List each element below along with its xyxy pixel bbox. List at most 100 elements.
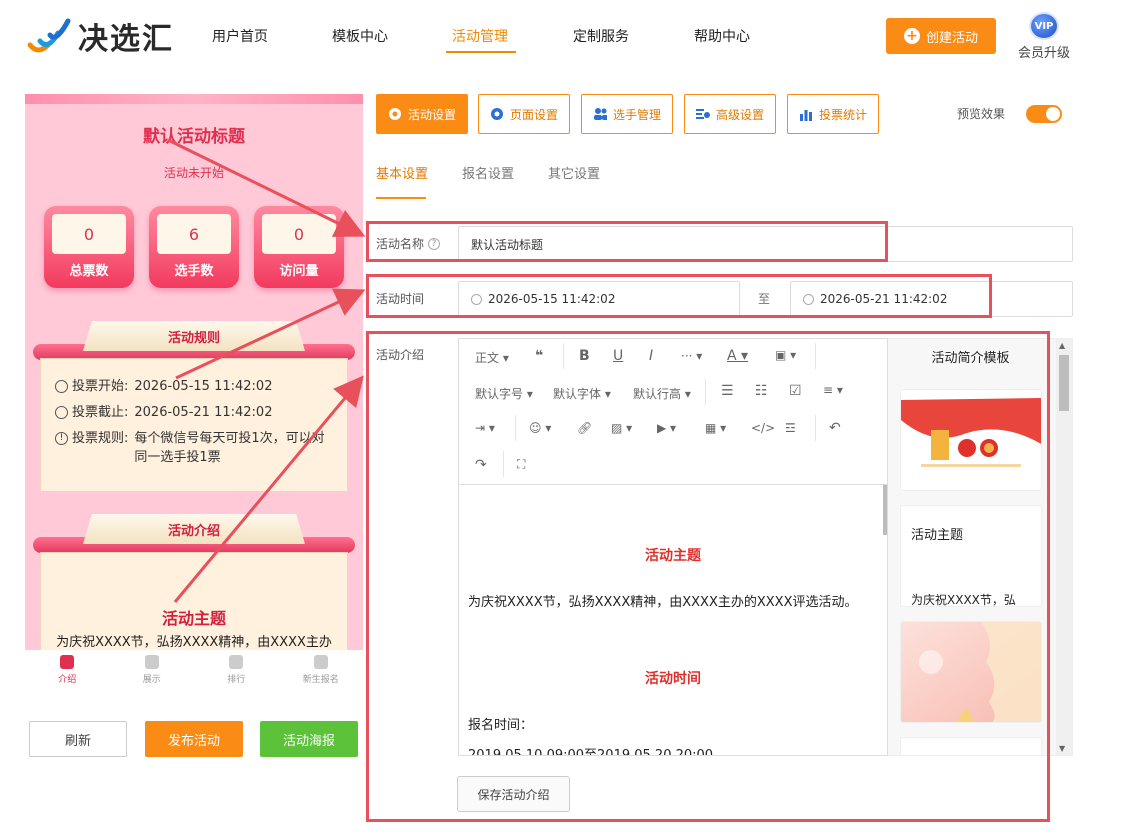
subtab-signup[interactable]: 报名设置 — [462, 163, 514, 182]
preview-toggle-label: 预览效果 — [957, 107, 1006, 121]
template-card[interactable] — [900, 389, 1042, 491]
stat-card-visits: 0 访问量 — [254, 206, 344, 288]
preview-tab-intro[interactable]: 介绍 — [25, 650, 110, 695]
end-time-input[interactable]: 2026-05-21 11:42:02 — [790, 281, 1073, 317]
create-activity-button[interactable]: + 创建活动 — [886, 18, 996, 54]
checklist-icon[interactable]: ☑ — [789, 383, 802, 399]
table-icon[interactable]: ▦ ▾ — [705, 421, 726, 435]
rule-label: 投票开始: — [72, 379, 129, 394]
align-icon[interactable]: ≡ ▾ — [823, 383, 843, 397]
stat-label: 访问量 — [279, 264, 319, 279]
bullet-list-icon[interactable]: ☰ — [721, 383, 734, 399]
display-icon — [144, 655, 159, 669]
preview-toggle[interactable] — [1026, 105, 1062, 123]
preview-tab-signup[interactable]: 新生报名 — [279, 650, 364, 695]
template-panel: 活动简介模板 活动主题 为庆祝XXXX节，弘 ▲ ▼ — [888, 338, 1073, 756]
numbered-list-icon[interactable]: ☷ — [755, 383, 768, 399]
template-scrollbar[interactable]: ▲ ▼ — [1056, 339, 1072, 755]
font-size-select[interactable]: 默认字号 ▾ — [475, 385, 533, 402]
more-icon[interactable]: ··· ▾ — [681, 349, 702, 363]
line-height-select[interactable]: 默认行高 ▾ — [633, 385, 691, 402]
poster-button[interactable]: 活动海报 — [260, 721, 358, 757]
brand-logo[interactable]: 决选汇 — [26, 14, 174, 58]
toolbar-divider — [563, 343, 564, 369]
indent-icon[interactable]: ⇥ ▾ — [475, 421, 495, 435]
brand-name: 决选汇 — [78, 22, 174, 57]
editor-toolbar: 正文 ▾ ❝ B U I ··· ▾ A ▾ ▣ ▾ 默认字号 ▾ 默认字体 ▾… — [459, 339, 887, 485]
clock-icon — [55, 380, 68, 393]
info-icon: ! — [55, 432, 68, 445]
tab-page-settings[interactable]: 页面设置 — [478, 94, 570, 134]
template-card[interactable] — [900, 737, 1042, 755]
template-card[interactable]: 活动主题 为庆祝XXXX节，弘 — [900, 505, 1042, 607]
template-scroll-thumb[interactable] — [1059, 355, 1069, 411]
toolbar-divider — [815, 343, 816, 369]
link-icon[interactable]: 🔗︎ — [577, 421, 592, 435]
name-label-text: 活动名称 — [376, 237, 425, 251]
clock-icon — [471, 293, 482, 305]
preview-tab-ranking[interactable]: 排行 — [194, 650, 279, 695]
name-label: 活动名称 ? — [376, 235, 441, 252]
help-icon[interactable]: ? — [428, 237, 441, 250]
redo-icon[interactable]: ↷ — [475, 457, 487, 473]
tab-vote-stats[interactable]: 投票统计 — [787, 94, 879, 134]
tab-label: 页面设置 — [509, 107, 558, 122]
nav-custom-service[interactable]: 定制服务 — [573, 26, 629, 46]
plus-icon: + — [903, 28, 920, 44]
refresh-button[interactable]: 刷新 — [29, 721, 127, 757]
preview-tabbar: 介绍 展示 排行 新生报名 — [25, 650, 363, 695]
font-color-icon[interactable]: A ▾ — [727, 348, 748, 364]
nav-template-center[interactable]: 模板中心 — [332, 26, 388, 46]
bold-icon[interactable]: B — [579, 348, 590, 364]
line-height-label: 默认行高 — [633, 387, 682, 401]
template-card[interactable] — [900, 621, 1042, 723]
vip-badge-icon: VIP — [1029, 12, 1059, 40]
font-family-select[interactable]: 默认字体 ▾ — [553, 385, 611, 402]
template-thumbnail-image — [901, 622, 1041, 722]
subtab-basic[interactable]: 基本设置 — [376, 163, 428, 182]
editor-content[interactable]: 活动主题 为庆祝XXXX节，弘扬XXXX精神，由XXXX主办的XXXX评选活动。… — [459, 485, 887, 755]
preview-tab-display[interactable]: 展示 — [110, 650, 195, 695]
nav-activity-manage[interactable]: 活动管理 — [452, 26, 508, 46]
save-intro-button[interactable]: 保存活动介绍 — [457, 776, 570, 812]
template-panel-title: 活动简介模板 — [931, 351, 1010, 366]
rule-label: 投票截止: — [72, 405, 129, 420]
undo-icon[interactable]: ↶ — [829, 420, 841, 436]
intro-heading: 活动主题 — [161, 609, 226, 628]
editor-scrollbar[interactable] — [883, 485, 887, 535]
stat-label: 选手数 — [174, 264, 214, 279]
tab-contestant-manage[interactable]: 选手管理 — [581, 94, 673, 134]
divider-icon[interactable]: ☲ — [785, 421, 796, 435]
content-paragraph: 报名时间： — [468, 718, 534, 733]
vip-upgrade[interactable]: VIP 会员升级 — [1018, 12, 1070, 61]
toolbar-divider — [705, 379, 706, 405]
video-icon[interactable]: ▶ ▾ — [657, 421, 676, 435]
signup-icon — [313, 655, 328, 669]
paragraph-select[interactable]: 正文 ▾ — [475, 349, 509, 366]
tab-advanced-settings[interactable]: 高级设置 — [684, 94, 776, 134]
tab-activity-settings[interactable]: 活动设置 — [376, 94, 468, 134]
activity-name-input[interactable]: 默认活动标题 — [458, 226, 1073, 262]
start-time-input[interactable]: 2026-05-15 11:42:02 — [458, 281, 740, 317]
rule-label: 投票规则: — [72, 431, 129, 446]
scroll-up-icon[interactable]: ▲ — [1059, 341, 1065, 350]
nav-help-center[interactable]: 帮助中心 — [694, 26, 750, 46]
code-icon[interactable]: </> — [751, 421, 775, 435]
image-icon[interactable]: ▨ ▾ — [611, 421, 632, 435]
quote-icon[interactable]: ❝ — [535, 348, 543, 364]
scroll-down-icon[interactable]: ▼ — [1059, 744, 1065, 753]
rich-text-editor[interactable]: 正文 ▾ ❝ B U I ··· ▾ A ▾ ▣ ▾ 默认字号 ▾ 默认字体 ▾… — [458, 338, 888, 756]
template-card-text: 为庆祝XXXX节，弘 — [911, 593, 1016, 607]
subtab-other[interactable]: 其它设置 — [548, 163, 600, 182]
font-family-label: 默认字体 — [553, 387, 602, 401]
fullscreen-icon[interactable]: ⛶ — [517, 457, 525, 472]
stat-value: 0 — [52, 214, 126, 254]
rule-value: 2026-05-21 11:42:02 — [134, 405, 273, 420]
italic-icon[interactable]: I — [649, 348, 653, 364]
emoji-icon[interactable]: ☺ ▾ — [529, 421, 551, 435]
time-separator: 至 — [758, 292, 771, 306]
underline-icon[interactable]: U — [613, 348, 623, 364]
nav-user-home[interactable]: 用户首页 — [212, 26, 268, 46]
publish-button[interactable]: 发布活动 — [145, 721, 243, 757]
background-color-icon[interactable]: ▣ ▾ — [775, 348, 796, 362]
